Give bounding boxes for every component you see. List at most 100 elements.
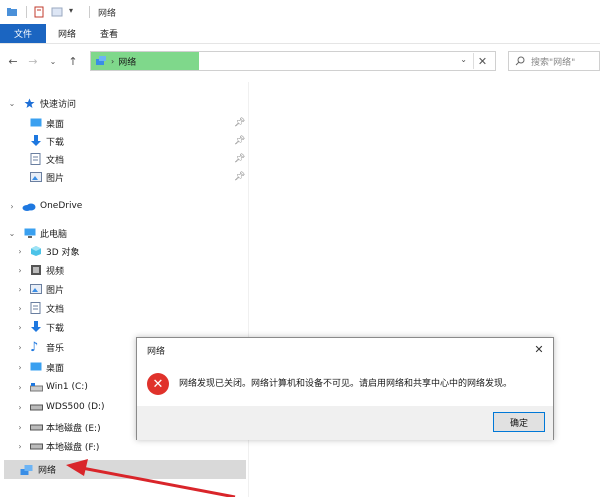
music-icon: ♪ [30, 339, 39, 355]
chevron-down-icon[interactable]: ⌄ [8, 229, 16, 238]
address-dropdown-icon[interactable]: ⌄ [460, 55, 467, 64]
search-box[interactable]: 搜索"网络" [508, 51, 600, 71]
nav-item-onedrive[interactable]: › OneDrive [0, 197, 248, 215]
properties-icon[interactable] [33, 6, 45, 18]
nav-item-3d-objects[interactable]: › 3D 对象 [0, 242, 248, 260]
address-highlight: › 网络 [91, 52, 199, 70]
nav-item-label: 本地磁盘 (E:) [46, 423, 101, 434]
chevron-right-icon[interactable]: › [16, 285, 24, 294]
new-folder-icon[interactable] [51, 6, 63, 18]
documents-icon [30, 153, 41, 165]
search-input[interactable]: 搜索"网络" [531, 55, 575, 68]
nav-item-downloads-pc[interactable]: › 下载 [0, 318, 248, 336]
nav-item-label: 图片 [46, 285, 65, 296]
nav-item-label: 下载 [46, 323, 65, 334]
videos-icon [31, 265, 41, 275]
close-icon[interactable]: ✕ [531, 341, 547, 357]
recent-locations-chevron-icon[interactable]: ⌄ [46, 54, 60, 68]
nav-item-documents[interactable]: 文档 📌︎ [0, 150, 248, 168]
nav-item-documents-pc[interactable]: › 文档 [0, 299, 248, 317]
star-icon [24, 98, 35, 108]
drive-icon [30, 424, 43, 430]
breadcrumb-network[interactable]: 网络 [118, 55, 136, 68]
pin-icon[interactable]: 📌︎ [234, 154, 245, 164]
chevron-right-icon[interactable]: › [16, 266, 24, 275]
nav-item-label: 视频 [46, 266, 65, 277]
documents-icon [30, 302, 41, 314]
chevron-right-icon[interactable]: › [16, 442, 24, 451]
nav-item-this-pc[interactable]: ⌄ 此电脑 [0, 224, 248, 242]
nav-item-network[interactable]: 网络 [4, 460, 246, 479]
chevron-right-icon[interactable]: › [16, 403, 24, 412]
tab-file[interactable]: 文件 [0, 24, 47, 43]
ribbon-tabs: 文件 网络 查看 [0, 24, 600, 44]
pictures-icon [30, 172, 42, 182]
nav-item-label: 下载 [46, 137, 65, 148]
cloud-icon [22, 203, 36, 211]
address-bar[interactable]: › 网络 ⌄ ✕ [90, 51, 496, 71]
nav-item-label: 此电脑 [40, 229, 68, 240]
toolbar-separator [26, 6, 27, 18]
title-bar: ▾ 网络 [0, 0, 600, 24]
chevron-right-icon[interactable]: › [8, 202, 16, 211]
desktop-icon [30, 118, 42, 127]
ok-button[interactable]: 确定 [493, 412, 545, 432]
download-icon [31, 135, 41, 146]
pin-icon[interactable]: 📌︎ [234, 136, 245, 146]
chevron-right-icon[interactable]: › [16, 323, 24, 332]
nav-item-pictures[interactable]: 图片 📌︎ [0, 168, 248, 186]
toolbar-separator [89, 6, 90, 18]
navigation-bar: ← → ⌄ ↑ › 网络 ⌄ ✕ 搜索"网络" [0, 46, 600, 76]
nav-item-label: 本地磁盘 (F:) [46, 442, 100, 453]
up-arrow-icon[interactable]: ↑ [66, 54, 80, 68]
3d-objects-icon [31, 246, 41, 256]
nav-item-label: 桌面 [46, 119, 65, 130]
nav-item-videos[interactable]: › 视频 [0, 261, 248, 279]
nav-item-downloads[interactable]: 下载 📌︎ [0, 132, 248, 150]
nav-item-label: Win1 (C:) [46, 382, 88, 392]
chevron-right-icon[interactable]: › [16, 304, 24, 313]
folder-network-icon[interactable] [6, 6, 18, 18]
tab-network[interactable]: 网络 [46, 24, 88, 43]
tab-view[interactable]: 查看 [88, 24, 130, 43]
breadcrumb-separator-icon[interactable]: › [111, 57, 114, 66]
drive-icon [30, 404, 43, 410]
search-icon [515, 56, 525, 66]
pin-icon[interactable]: 📌︎ [234, 172, 245, 182]
dialog-footer: 确定 [137, 406, 553, 440]
nav-item-label: 文档 [46, 304, 65, 315]
nav-item-desktop[interactable]: 桌面 📌︎ [0, 114, 248, 132]
nav-item-label: 图片 [46, 173, 65, 184]
computer-icon [24, 228, 36, 238]
chevron-right-icon[interactable]: › [16, 363, 24, 372]
customize-toolbar-icon[interactable]: ▾ [69, 6, 81, 18]
drive-icon [30, 443, 43, 449]
nav-item-label: 3D 对象 [46, 247, 80, 258]
forward-arrow-icon[interactable]: → [26, 54, 40, 68]
network-icon [20, 464, 33, 475]
windows-drive-icon [30, 382, 43, 391]
dialog-title: 网络 [147, 347, 166, 357]
error-dialog: 网络 ✕ ✕ 网络发现已关闭。网络计算机和设备不可见。请启用网络和共享中心中的网… [136, 337, 554, 440]
back-arrow-icon[interactable]: ← [6, 54, 20, 68]
dialog-message: 网络发现已关闭。网络计算机和设备不可见。请启用网络和共享中心中的网络发现。 [179, 379, 513, 389]
nav-item-label: 网络 [38, 466, 57, 476]
nav-item-label: 文档 [46, 155, 65, 166]
download-icon [31, 321, 41, 332]
close-icon[interactable]: ✕ [473, 53, 491, 69]
nav-item-label: 音乐 [46, 343, 65, 354]
nav-item-label: 快速访问 [40, 99, 77, 110]
nav-item-label: 桌面 [46, 363, 65, 374]
pictures-icon [30, 284, 42, 294]
chevron-down-icon[interactable]: ⌄ [8, 99, 16, 108]
nav-item-pictures-pc[interactable]: › 图片 [0, 280, 248, 298]
network-icon [96, 56, 106, 65]
pin-icon[interactable]: 📌︎ [234, 118, 245, 128]
error-icon: ✕ [147, 373, 169, 395]
chevron-right-icon[interactable]: › [16, 343, 24, 352]
chevron-right-icon[interactable]: › [16, 423, 24, 432]
window-title: 网络 [98, 8, 117, 19]
chevron-right-icon[interactable]: › [16, 247, 24, 256]
chevron-right-icon[interactable]: › [16, 383, 24, 392]
nav-item-quick-access[interactable]: ⌄ 快速访问 [0, 94, 248, 112]
